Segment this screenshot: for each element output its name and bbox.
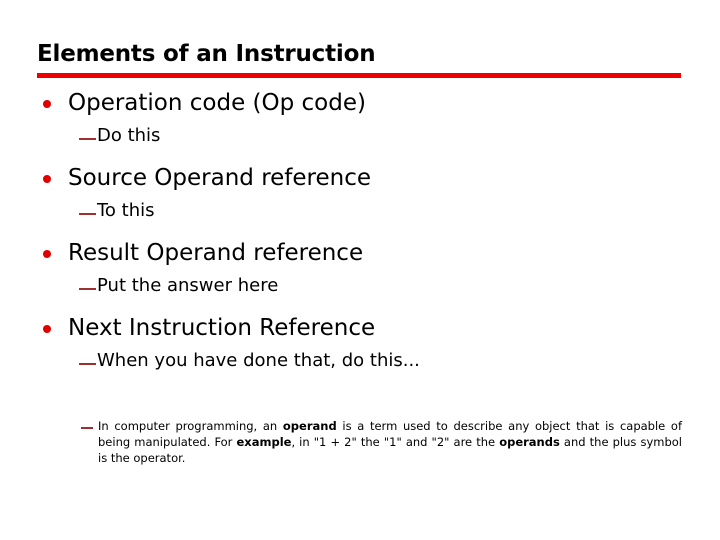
- footnote-part-3: , in "1 + 2" the "1" and "2" are the: [291, 435, 500, 449]
- bullet-dot-icon: [43, 175, 51, 183]
- bullet-item-4-label: Next Instruction Reference: [68, 315, 376, 341]
- sub-bullet-item-4: When you have done that, do this...: [0, 347, 720, 377]
- bullet-group-4: Next Instruction Reference When you have…: [0, 313, 720, 388]
- dash-icon: [79, 213, 96, 215]
- sub-bullet-item-2-label: To this: [97, 200, 155, 221]
- bullet-dot-icon: [43, 250, 51, 258]
- bullet-group-1: Operation code (Op code) Do this: [0, 88, 720, 163]
- bullet-item-3-label: Result Operand reference: [68, 240, 364, 266]
- footnote-paragraph: In computer programming, an operand is a…: [98, 418, 682, 466]
- dash-icon: [79, 138, 96, 140]
- bullet-group-3: Result Operand reference Put the answer …: [0, 238, 720, 313]
- bullet-item-1-label: Operation code (Op code): [68, 90, 366, 116]
- bullet-group-2: Source Operand reference To this: [0, 163, 720, 238]
- bullet-dot-icon: [43, 325, 51, 333]
- bullet-dot-icon: [43, 100, 51, 108]
- bullet-list: Operation code (Op code) Do this Source …: [0, 88, 720, 388]
- bullet-item-1: Operation code (Op code): [0, 88, 720, 122]
- bullet-item-3: Result Operand reference: [0, 238, 720, 272]
- page-title: Elements of an Instruction: [37, 41, 376, 67]
- bullet-item-2-label: Source Operand reference: [68, 165, 372, 191]
- title-block: Elements of an Instruction: [37, 40, 682, 68]
- sub-bullet-item-1: Do this: [0, 122, 720, 152]
- bullet-item-2: Source Operand reference: [0, 163, 720, 197]
- sub-bullet-item-3-label: Put the answer here: [97, 275, 279, 296]
- footnote-bold-operand: operand: [282, 419, 337, 433]
- dash-icon: [79, 288, 96, 290]
- title-underline-rule: [37, 73, 681, 78]
- sub-bullet-item-3: Put the answer here: [0, 272, 720, 302]
- dash-icon: [81, 427, 93, 429]
- footnote-part-1: In computer programming, an: [98, 419, 283, 433]
- sub-bullet-item-4-label: When you have done that, do this...: [97, 350, 420, 371]
- footnote-bold-operands: operands: [499, 435, 560, 449]
- dash-icon: [79, 363, 96, 365]
- bullet-item-4: Next Instruction Reference: [0, 313, 720, 347]
- footnote-bold-example: example: [236, 435, 292, 449]
- slide-canvas: Elements of an Instruction Operation cod…: [0, 0, 720, 540]
- sub-bullet-item-1-label: Do this: [97, 125, 161, 146]
- sub-bullet-item-2: To this: [0, 197, 720, 227]
